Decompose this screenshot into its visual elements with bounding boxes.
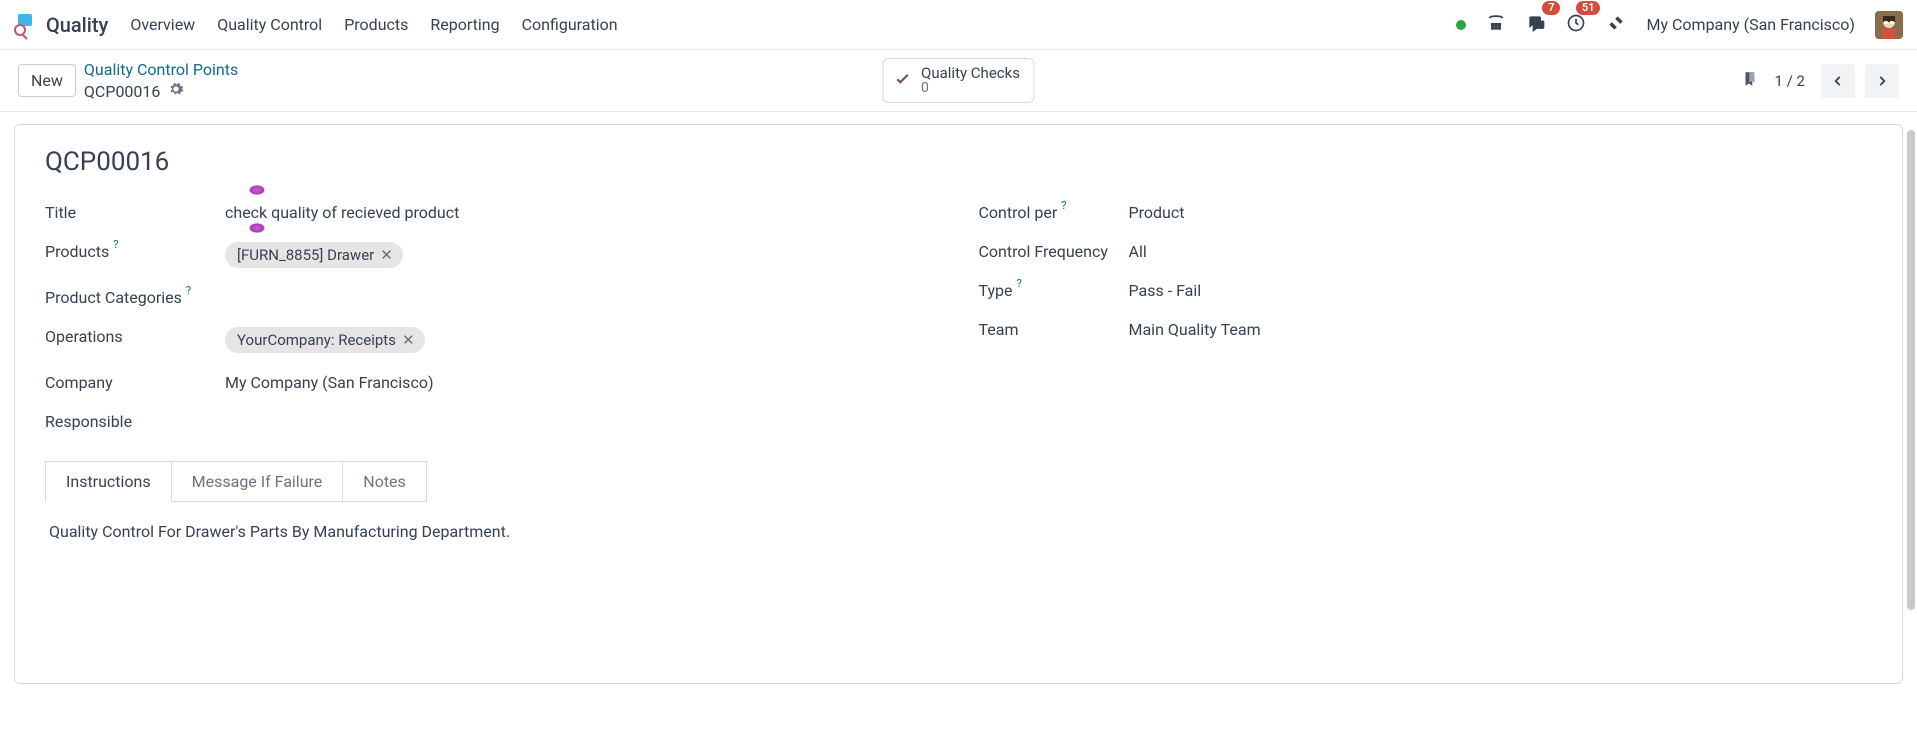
record-name: QCP00016 — [45, 147, 1872, 177]
nav-products[interactable]: Products — [344, 15, 408, 34]
discuss-icon[interactable]: 7 — [1526, 13, 1546, 37]
nav-links: Overview Quality Control Products Report… — [130, 15, 617, 34]
label-product-categories: Product Categories? — [45, 288, 225, 307]
field-control-frequency: Control Frequency All — [979, 232, 1873, 271]
phone-icon[interactable] — [1486, 13, 1506, 37]
value-type[interactable]: Pass - Fail — [1129, 281, 1202, 300]
control-panel: New Quality Control Points QCP00016 Qual… — [0, 50, 1917, 112]
pager-text[interactable]: 1 / 2 — [1775, 72, 1806, 90]
activities-badge: 51 — [1576, 1, 1601, 15]
field-control-per: Control per? Product — [979, 193, 1873, 232]
tag-remove-icon[interactable]: ✕ — [402, 331, 415, 349]
help-icon[interactable]: ? — [1061, 199, 1066, 212]
operation-tag[interactable]: YourCompany: Receipts ✕ — [225, 327, 425, 353]
label-operations: Operations — [45, 327, 225, 346]
label-team: Team — [979, 320, 1129, 339]
chevron-right-icon — [1875, 74, 1889, 88]
company-switcher[interactable]: My Company (San Francisco) — [1646, 15, 1855, 34]
value-company[interactable]: My Company (San Francisco) — [225, 373, 434, 392]
check-icon — [893, 71, 911, 89]
user-avatar[interactable] — [1875, 11, 1903, 39]
tag-remove-icon[interactable]: ✕ — [380, 246, 393, 264]
value-products[interactable]: [FURN_8855] Drawer ✕ — [225, 242, 403, 268]
label-control-frequency: Control Frequency — [979, 242, 1129, 261]
tab-instructions[interactable]: Instructions — [45, 461, 172, 502]
label-products: Products? — [45, 242, 225, 261]
field-company: Company My Company (San Francisco) — [45, 363, 939, 402]
value-control-per[interactable]: Product — [1129, 203, 1185, 222]
tab-message-if-failure[interactable]: Message If Failure — [171, 461, 344, 502]
sparkle-icon — [249, 185, 265, 195]
form-tabs: Instructions Message If Failure Notes — [45, 461, 1872, 502]
nav-overview[interactable]: Overview — [130, 15, 195, 34]
help-icon[interactable]: ? — [113, 238, 118, 251]
field-products: Products? [FURN_8855] Drawer ✕ — [45, 232, 939, 278]
pager-prev-button[interactable] — [1821, 64, 1855, 98]
field-type: Type? Pass - Fail — [979, 271, 1873, 310]
field-operations: Operations YourCompany: Receipts ✕ — [45, 317, 939, 363]
app-logo-icon — [14, 14, 36, 36]
stat-count: 0 — [921, 81, 1020, 96]
help-icon[interactable]: ? — [186, 284, 191, 297]
bookmark-icon[interactable] — [1741, 68, 1759, 94]
breadcrumb-parent[interactable]: Quality Control Points — [84, 60, 238, 79]
sparkle-icon — [249, 223, 265, 233]
gear-icon[interactable] — [168, 81, 184, 101]
label-control-per: Control per? — [979, 203, 1129, 222]
tools-icon[interactable] — [1606, 13, 1626, 37]
app-title[interactable]: Quality — [46, 13, 108, 37]
activities-icon[interactable]: 51 — [1566, 13, 1586, 37]
nav-reporting[interactable]: Reporting — [430, 15, 499, 34]
new-button[interactable]: New — [18, 64, 76, 97]
tab-notes[interactable]: Notes — [342, 461, 427, 502]
nav-configuration[interactable]: Configuration — [522, 15, 618, 34]
label-type: Type? — [979, 281, 1129, 300]
stat-label: Quality Checks — [921, 65, 1020, 82]
topbar-right: 7 51 My Company (San Francisco) — [1456, 11, 1903, 39]
nav-quality-control[interactable]: Quality Control — [217, 15, 322, 34]
status-online-icon — [1456, 20, 1466, 30]
pager-next-button[interactable] — [1865, 64, 1899, 98]
breadcrumb-current-text: QCP00016 — [84, 82, 160, 101]
label-title: Title — [45, 203, 225, 222]
discuss-badge: 7 — [1542, 1, 1560, 15]
value-title[interactable]: check quality of recieved product — [225, 203, 459, 222]
subbar-right: 1 / 2 — [1741, 64, 1900, 98]
breadcrumb: Quality Control Points QCP00016 — [84, 60, 238, 101]
form-sheet: QCP00016 Title check quality of recieved… — [14, 124, 1903, 684]
label-responsible: Responsible — [45, 412, 225, 431]
chevron-left-icon — [1831, 74, 1845, 88]
value-control-frequency[interactable]: All — [1129, 242, 1147, 261]
breadcrumb-current: QCP00016 — [84, 81, 238, 101]
field-team: Team Main Quality Team — [979, 310, 1873, 349]
form-right-col: Control per? Product Control Frequency A… — [979, 193, 1873, 441]
field-title: Title check quality of recieved product — [45, 193, 939, 232]
topbar: Quality Overview Quality Control Product… — [0, 0, 1917, 50]
quality-checks-stat[interactable]: Quality Checks 0 — [882, 58, 1035, 104]
label-company: Company — [45, 373, 225, 392]
tab-content-instructions[interactable]: Quality Control For Drawer's Parts By Ma… — [45, 502, 1872, 561]
help-icon[interactable]: ? — [1017, 277, 1022, 290]
product-tag[interactable]: [FURN_8855] Drawer ✕ — [225, 242, 403, 268]
scrollbar[interactable] — [1907, 130, 1915, 610]
value-operations[interactable]: YourCompany: Receipts ✕ — [225, 327, 425, 353]
field-product-categories: Product Categories? — [45, 278, 939, 317]
field-responsible: Responsible — [45, 402, 939, 441]
value-team[interactable]: Main Quality Team — [1129, 320, 1261, 339]
form-left-col: Title check quality of recieved product … — [45, 193, 939, 441]
